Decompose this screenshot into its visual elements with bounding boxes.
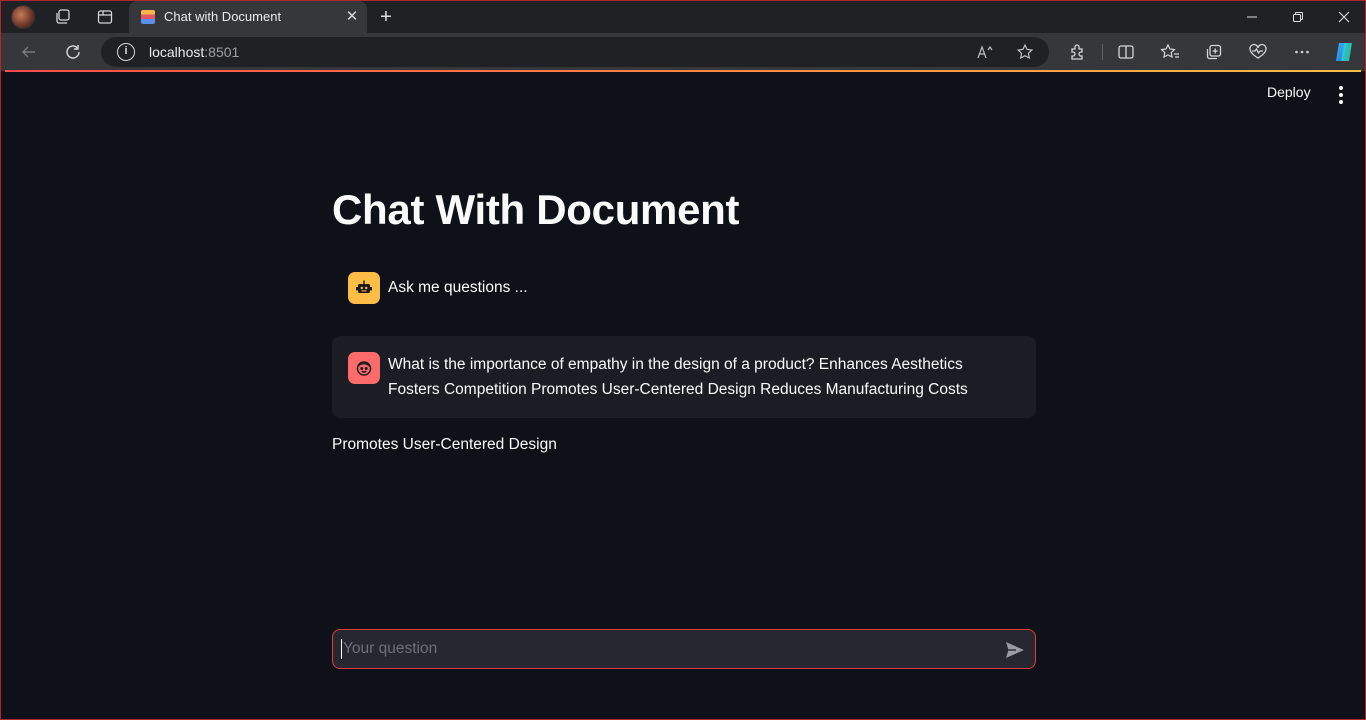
browser-window: Chat with Document ✕ + i localhost:8501 <box>0 0 1366 720</box>
minimize-icon[interactable] <box>1229 1 1275 33</box>
restore-icon[interactable] <box>1275 1 1321 33</box>
favorite-star-icon[interactable] <box>1015 42 1035 62</box>
browser-essentials-icon[interactable] <box>1247 41 1269 63</box>
tab-chat-with-document[interactable]: Chat with Document ✕ <box>129 1 367 33</box>
workspaces-icon[interactable] <box>53 7 73 27</box>
close-window-icon[interactable] <box>1321 1 1366 33</box>
tab-title: Chat with Document <box>164 9 282 24</box>
chat-input[interactable] <box>341 639 981 659</box>
address-bar[interactable]: i localhost:8501 <box>101 37 1049 67</box>
smiley-face-icon <box>348 352 380 384</box>
chat-message-assistant: Ask me questions ... <box>332 257 1036 319</box>
site-info-icon[interactable]: i <box>117 43 135 61</box>
close-tab-icon[interactable]: ✕ <box>343 8 361 26</box>
tab-actions-icon[interactable] <box>95 7 115 27</box>
toolbar-divider <box>1102 44 1103 60</box>
browser-toolbar: i localhost:8501 <box>1 33 1365 71</box>
app-main: Deploy Chat With Document Ask me questio… <box>5 72 1363 719</box>
main-menu-icon[interactable] <box>1331 86 1351 104</box>
refresh-icon[interactable] <box>61 40 85 64</box>
tab-strip: Chat with Document ✕ + <box>1 1 1365 33</box>
collections-icon[interactable] <box>1203 41 1225 63</box>
new-tab-icon[interactable]: + <box>375 6 397 28</box>
back-icon[interactable] <box>17 40 41 64</box>
streamlit-favicon-icon <box>141 10 155 24</box>
split-screen-icon[interactable] <box>1115 41 1137 63</box>
chat-message-text: What is the importance of empathy in the… <box>388 356 968 398</box>
extensions-icon[interactable] <box>1067 41 1089 63</box>
answer-text: Promotes User-Centered Design <box>332 436 557 453</box>
more-options-icon[interactable] <box>1291 41 1313 63</box>
robot-icon <box>348 272 380 304</box>
chat-message-user: What is the importance of empathy in the… <box>332 336 1036 418</box>
copilot-icon[interactable] <box>1331 39 1357 65</box>
send-icon[interactable] <box>1004 640 1026 660</box>
chat-message-text: Ask me questions ... <box>388 279 528 296</box>
url-text: localhost:8501 <box>149 44 240 60</box>
read-aloud-icon[interactable] <box>975 42 995 62</box>
chat-input-container <box>332 629 1036 669</box>
profile-avatar[interactable] <box>11 5 35 29</box>
page-title: Chat With Document <box>332 186 740 233</box>
favorites-icon[interactable] <box>1159 41 1181 63</box>
deploy-button[interactable]: Deploy <box>1267 84 1311 100</box>
